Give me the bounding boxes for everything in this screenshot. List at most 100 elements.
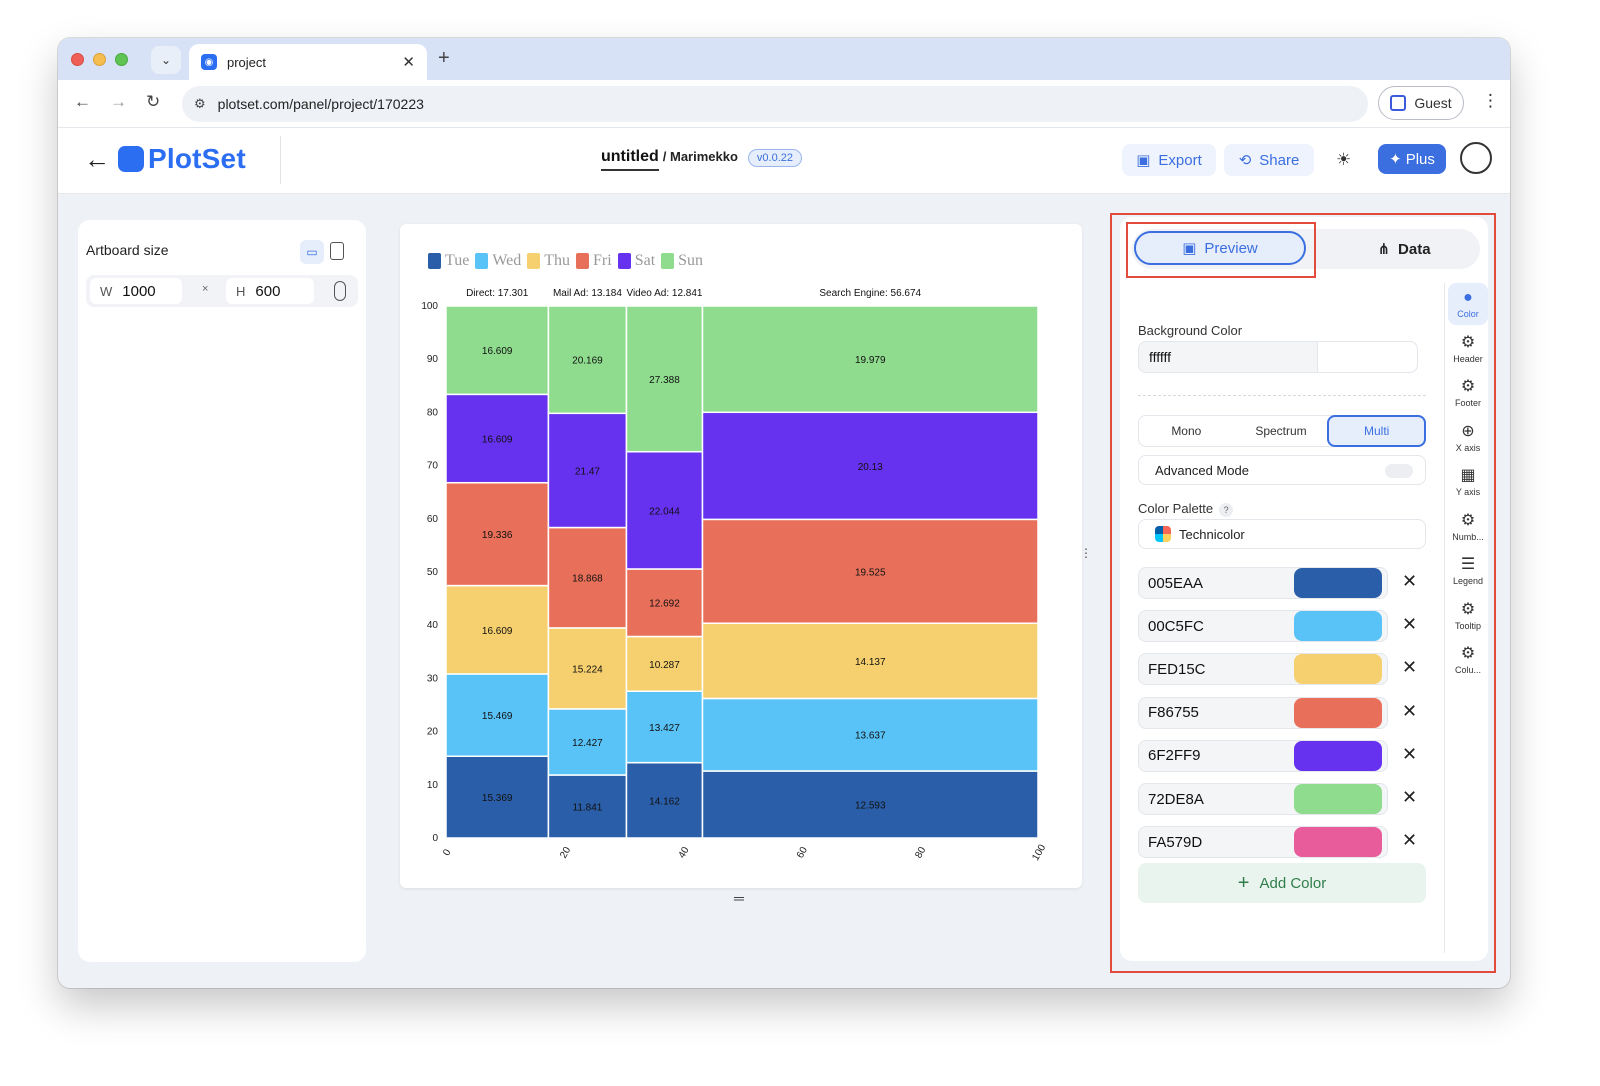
color-swatch[interactable] xyxy=(1294,568,1382,598)
y-tick-label: 20 xyxy=(427,727,439,738)
back-arrow-icon[interactable]: ← xyxy=(84,144,110,175)
segment-value-label: 16.609 xyxy=(482,435,513,446)
project-title: untitled / Marimekko v0.0.22 xyxy=(601,148,803,171)
width-field[interactable]: W 1000 xyxy=(90,278,182,304)
mobile-icon[interactable] xyxy=(330,242,344,260)
remove-color-icon[interactable]: ✕ xyxy=(1402,744,1417,765)
sidenav-item[interactable]: ⚙ Tooltip xyxy=(1448,595,1488,637)
tab-data[interactable]: ⋔ Data xyxy=(1344,233,1464,265)
browser-menu-icon[interactable]: ⋮ xyxy=(1482,91,1499,111)
color-swatch[interactable] xyxy=(1294,697,1382,728)
settings-inner: ▣ Preview ⋔ Data Background Color ffffff… xyxy=(1120,217,1488,961)
help-icon[interactable]: ? xyxy=(1219,503,1234,517)
y-tick-label: 40 xyxy=(427,620,439,631)
back-icon[interactable]: ← xyxy=(74,92,91,112)
resize-handle-right-icon[interactable]: ⋮ xyxy=(1080,546,1092,560)
segment-value-label: 13.427 xyxy=(649,723,680,734)
color-swatch[interactable] xyxy=(1294,740,1382,771)
sidenav-item[interactable]: ⚙ Footer xyxy=(1448,372,1488,414)
add-color-button[interactable]: + Add Color xyxy=(1138,863,1426,903)
remove-color-icon[interactable]: ✕ xyxy=(1402,830,1417,851)
height-field[interactable]: H 600 xyxy=(226,278,314,304)
segment-value-label: 21.47 xyxy=(575,466,600,477)
share-label: Share xyxy=(1259,151,1300,169)
settings-panel: ▣ Preview ⋔ Data Background Color ffffff… xyxy=(1110,213,1496,973)
mode-mono[interactable]: Mono xyxy=(1139,416,1234,446)
reload-icon[interactable]: ↻ xyxy=(146,92,160,112)
new-tab-button[interactable]: + xyxy=(438,47,450,70)
segment-value-label: 16.609 xyxy=(482,626,513,637)
color-row: 00C5FC ✕ xyxy=(1138,610,1426,643)
plus-upgrade-button[interactable]: ✦ Plus xyxy=(1378,144,1446,174)
aspect-lock-icon[interactable] xyxy=(334,281,346,301)
legend-icon: ☰ xyxy=(1460,556,1476,573)
tab-search-button[interactable]: ⌄ xyxy=(151,46,181,74)
chevron-down-icon: ⌄ xyxy=(160,53,172,67)
url-field[interactable]: ⚙ plotset.com/panel/project/170223 xyxy=(182,86,1368,122)
color-swatch[interactable] xyxy=(1294,827,1382,858)
y-tick-label: 30 xyxy=(427,673,439,684)
advanced-mode-label: Advanced Mode xyxy=(1155,462,1249,478)
browser-tab[interactable]: ◉ project ✕ xyxy=(189,44,427,80)
sidenav-item[interactable]: ⚙ Colu... xyxy=(1448,639,1488,681)
remove-color-icon[interactable]: ✕ xyxy=(1402,571,1417,592)
mode-spectrum[interactable]: Spectrum xyxy=(1234,416,1329,446)
width-label: W xyxy=(100,283,113,299)
app-header: ← PlotSet untitled / Marimekko v0.0.22 ▣… xyxy=(58,128,1510,194)
image-export-icon: ▣ xyxy=(1136,152,1151,169)
y-tick-label: 60 xyxy=(427,514,439,525)
sidenav-item[interactable]: ▦ Y axis xyxy=(1448,461,1488,503)
palette-select[interactable]: Technicolor xyxy=(1138,519,1426,549)
y-tick-label: 100 xyxy=(421,301,438,312)
marimekko-chart: 0 10 20 30 40 50 60 70 80 90 100 0 20 40 60 80 100 15.369… xyxy=(421,288,1048,863)
plotset-logo[interactable]: PlotSet xyxy=(118,143,246,175)
remove-color-icon[interactable]: ✕ xyxy=(1402,657,1417,678)
site-settings-icon[interactable]: ⚙ xyxy=(194,96,206,112)
palette-value: Technicolor xyxy=(1179,526,1245,542)
color-code-text: 005EAA xyxy=(1148,574,1204,592)
resize-handle-bottom-icon[interactable]: ═ xyxy=(734,890,744,906)
y-tick-label: 50 xyxy=(427,567,439,578)
segment-value-label: 15.224 xyxy=(572,664,603,675)
forward-icon[interactable]: → xyxy=(110,92,127,112)
column-label: Mail Ad: 13.184 xyxy=(553,288,622,299)
sidenav-item[interactable]: ⊕ X axis xyxy=(1448,417,1488,459)
maximize-window-button[interactable] xyxy=(115,53,128,66)
sidenav-item[interactable]: ⚙ Numb... xyxy=(1448,506,1488,548)
color-swatch[interactable] xyxy=(1294,611,1382,642)
share-button[interactable]: ⟲ Share xyxy=(1224,144,1314,176)
close-tab-icon[interactable]: ✕ xyxy=(402,53,415,71)
tab-title: project xyxy=(227,54,267,70)
color-row: 6F2FF9 ✕ xyxy=(1138,739,1426,772)
x-tick-label: 100 xyxy=(1030,842,1048,862)
mode-multi[interactable]: Multi xyxy=(1327,415,1427,447)
column-label: Search Engine: 56.674 xyxy=(819,288,921,299)
x-tick-label: 0 xyxy=(441,847,454,858)
remove-color-icon[interactable]: ✕ xyxy=(1402,787,1417,808)
color-swatch[interactable] xyxy=(1294,654,1382,685)
sidenav-item[interactable]: ☰ Legend xyxy=(1448,550,1488,592)
desktop-icon[interactable]: ▭ xyxy=(300,240,324,264)
remove-color-icon[interactable]: ✕ xyxy=(1402,614,1417,635)
sidenav-label: Legend xyxy=(1452,576,1484,586)
user-avatar-icon[interactable] xyxy=(1460,142,1492,174)
palette-icon xyxy=(1155,526,1171,542)
project-name[interactable]: untitled xyxy=(601,148,659,171)
bg-color-swatch[interactable] xyxy=(1317,342,1417,372)
advanced-mode-row: Advanced Mode xyxy=(1138,455,1426,485)
theme-toggle-sun-icon[interactable]: ☀ xyxy=(1336,150,1351,170)
color-row: FA579D ✕ xyxy=(1138,826,1426,859)
color-swatch[interactable] xyxy=(1294,784,1382,814)
guest-profile-button[interactable]: Guest xyxy=(1378,86,1464,120)
column-gear-icon: ⚙ xyxy=(1460,645,1476,662)
close-window-button[interactable] xyxy=(71,53,84,66)
segment-value-label: 14.162 xyxy=(649,796,680,807)
minimize-window-button[interactable] xyxy=(93,53,106,66)
sidenav-item[interactable]: ⚙ Header xyxy=(1448,328,1488,370)
color-row: F86755 ✕ xyxy=(1138,696,1426,729)
advanced-mode-toggle[interactable] xyxy=(1385,464,1413,478)
sidenav-item[interactable]: ● Color xyxy=(1448,283,1488,325)
export-button[interactable]: ▣ Export xyxy=(1122,144,1216,176)
remove-color-icon[interactable]: ✕ xyxy=(1402,701,1417,722)
bg-color-input[interactable]: ffffff xyxy=(1138,341,1418,373)
